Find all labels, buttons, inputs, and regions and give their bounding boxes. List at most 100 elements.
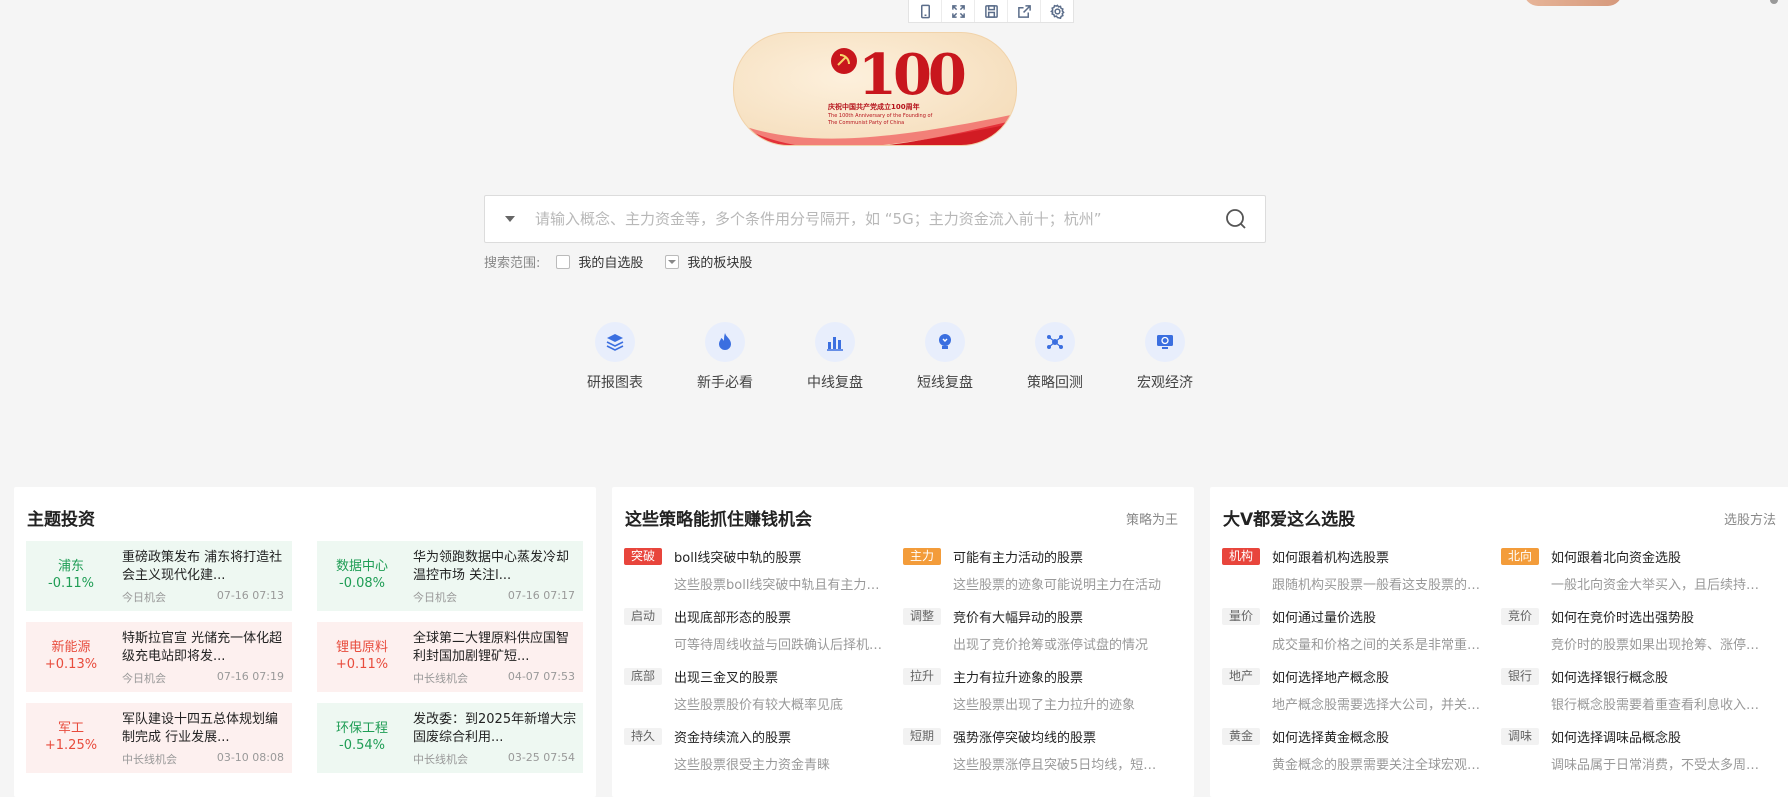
theme-card[interactable]: 浦东 -0.11% 重磅政策发布 浦东将打造社会主义现代化建... 今日机会 0… xyxy=(26,541,292,611)
theme-headline: 重磅政策发布 浦东将打造社会主义现代化建... xyxy=(122,550,283,583)
strategy-title: 资金持续流入的股票 xyxy=(674,731,792,746)
method-desc: 调味品属于日常消费，不受太多周期影响 xyxy=(1551,758,1766,773)
search-type-dropdown[interactable] xyxy=(505,216,515,222)
shortcut-midterm-review[interactable]: 中线复盘 xyxy=(780,322,890,392)
shortcut-research-charts[interactable]: 研报图表 xyxy=(560,322,670,392)
shortcut-label: 短线复盘 xyxy=(917,375,973,391)
my-watchlist-label[interactable]: 我的自选股 xyxy=(578,252,643,271)
theme-name: 军工 xyxy=(57,721,84,736)
bigv-panel: 大V都爱这么选股 选股方法 机构 如何跟着机构选股票 跟随机构买股票一般看这支股… xyxy=(1210,487,1788,797)
theme-change: -0.11% xyxy=(48,576,94,591)
theme-card[interactable]: 军工 +1.25% 军队建设十四五总体规划编制完成 行业发展... 中长线机会 … xyxy=(26,703,292,773)
shortcut-shortterm-review[interactable]: 短线复盘 xyxy=(890,322,1000,392)
strategy-badge: 启动 xyxy=(624,608,663,625)
my-sector-label[interactable]: 我的板块股 xyxy=(687,252,752,271)
method-title: 如何在竞价时选出强势股 xyxy=(1551,611,1695,626)
strategy-desc: 这些股票boll线突破中轨且有主力资金流入 xyxy=(674,578,889,593)
method-badge: 竞价 xyxy=(1501,608,1540,625)
method-desc: 竞价时的股票如果出现抢筹、涨停试盘 xyxy=(1551,638,1766,653)
strategy-panel: 这些策略能抓住赚钱机会 策略为王 突破 boll线突破中轨的股票 这些股票bol… xyxy=(612,487,1194,797)
floating-toolbar xyxy=(908,0,1074,23)
method-badge: 银行 xyxy=(1501,668,1540,685)
bigv-more-link[interactable]: 选股方法 xyxy=(1724,509,1776,528)
shortcut-macro-economy[interactable]: 宏观经济 xyxy=(1110,322,1220,392)
theme-card[interactable]: 锂电原料 +0.11% 全球第二大锂原料供应国智利封国加剧锂矿短... 中长线机… xyxy=(317,622,583,692)
method-item[interactable]: 竞价 如何在竞价时选出强势股 竞价时的股票如果出现抢筹、涨停试盘 xyxy=(1501,605,1769,663)
shortcut-label: 新手必看 xyxy=(697,375,753,391)
method-desc: 黄金概念的股票需要关注全球宏观经济 xyxy=(1272,758,1487,773)
shortcut-strategy-backtest[interactable]: 策略回测 xyxy=(1000,322,1110,392)
method-item[interactable]: 黄金 如何选择黄金概念股 黄金概念的股票需要关注全球宏观经济 xyxy=(1222,725,1490,783)
fullscreen-icon[interactable] xyxy=(942,0,975,22)
theme-card[interactable]: 数据中心 -0.08% 华为领跑数据中心蒸发冷却温控市场 关注l... 今日机会… xyxy=(317,541,583,611)
theme-tag: 中长线机会 xyxy=(413,753,468,766)
share-icon[interactable] xyxy=(1008,0,1041,22)
shortcut-bar: 研报图表 新手必看 中线复盘 短线复盘 策略回测 宏观经济 xyxy=(560,322,1220,392)
strategy-desc: 这些股票出现了主力拉升的迹象 xyxy=(953,698,1136,713)
method-item[interactable]: 机构 如何跟着机构选股票 跟随机构买股票一般看这支股票的机构持仓 xyxy=(1222,545,1490,603)
theme-name: 浦东 xyxy=(57,559,84,574)
save-icon[interactable] xyxy=(975,0,1008,22)
theme-change: +0.13% xyxy=(44,657,98,672)
method-title: 如何跟着机构选股票 xyxy=(1272,551,1390,566)
strategy-item[interactable]: 持久 资金持续流入的股票 这些股票很受主力资金青睐 xyxy=(624,725,892,783)
strategy-badge: 调整 xyxy=(903,608,942,625)
method-desc: 银行概念股需要着重查看利息收入情况 xyxy=(1551,698,1766,713)
method-badge: 北向 xyxy=(1501,548,1540,565)
strategy-item[interactable]: 主力 可能有主力活动的股票 这些股票的迹象可能说明主力在活动 xyxy=(903,545,1171,603)
network-icon xyxy=(1047,335,1063,349)
method-item[interactable]: 地产 如何选择地产概念股 地产概念股需要选择大公司，并关注政策 xyxy=(1222,665,1490,723)
method-desc: 成交量和价格之间的关系是非常重要的 xyxy=(1272,638,1487,653)
anniversary-banner[interactable]: 100 庆祝中国共产党成立100周年 The 100th Anniversary… xyxy=(733,32,1017,146)
user-avatar[interactable] xyxy=(1524,0,1622,6)
strategy-item[interactable]: 调整 竞价有大幅异动的股票 出现了竞价抢筹或涨停试盘的情况 xyxy=(903,605,1171,663)
my-sector-dropdown[interactable] xyxy=(665,254,680,269)
strategy-item[interactable]: 启动 出现底部形态的股票 可等待周线收益与回跌确认后择机介入 xyxy=(624,605,892,663)
my-watchlist-checkbox[interactable] xyxy=(556,254,571,269)
shortcut-label: 宏观经济 xyxy=(1137,375,1193,391)
method-item[interactable]: 银行 如何选择银行概念股 银行概念股需要着重查看利息收入情况 xyxy=(1501,665,1769,723)
method-badge: 量价 xyxy=(1222,608,1261,625)
strategy-desc: 可等待周线收益与回跌确认后择机介入 xyxy=(674,638,889,653)
theme-name: 新能源 xyxy=(51,640,91,655)
bulb-icon xyxy=(939,334,951,349)
gear-icon[interactable] xyxy=(1041,0,1073,22)
panel-title: 大V都爱这么选股 xyxy=(1223,510,1356,530)
search-input[interactable] xyxy=(533,196,1207,242)
method-item[interactable]: 北向 如何跟着北向资金选股 一般北向资金大举买入，且后续持续流入 xyxy=(1501,545,1769,603)
strategy-item[interactable]: 拉升 主力有拉升迹象的股票 这些股票出现了主力拉升的迹象 xyxy=(903,665,1171,723)
search-scope-label: 搜索范围: xyxy=(484,256,541,271)
panel-title: 这些策略能抓住赚钱机会 xyxy=(625,510,812,530)
method-item[interactable]: 量价 如何通过量价选股 成交量和价格之间的关系是非常重要的 xyxy=(1222,605,1490,663)
shortcut-beginner-guide[interactable]: 新手必看 xyxy=(670,322,780,392)
method-title: 如何通过量价选股 xyxy=(1272,611,1377,626)
method-badge: 调味 xyxy=(1501,728,1540,745)
search-icon[interactable] xyxy=(1225,208,1247,230)
shortcut-label: 中线复盘 xyxy=(807,375,863,391)
strategy-item[interactable]: 短期 强势涨停突破均线的股票 这些股票涨停且突破5日均线，短期走强 xyxy=(903,725,1171,783)
theme-card[interactable]: 环保工程 -0.54% 发改委：到2025年新增大宗固废综合利用... 中长线机… xyxy=(317,703,583,773)
theme-tag: 中长线机会 xyxy=(413,672,468,685)
strategy-more-link[interactable]: 策略为王 xyxy=(1126,509,1178,528)
strategy-badge: 持久 xyxy=(624,728,663,745)
method-title: 如何选择地产概念股 xyxy=(1272,671,1390,686)
theme-change: +0.11% xyxy=(335,657,389,672)
menu-handle[interactable] xyxy=(1770,0,1778,4)
theme-tag: 中长线机会 xyxy=(122,753,177,766)
method-item[interactable]: 调味 如何选择调味品概念股 调味品属于日常消费，不受太多周期影响 xyxy=(1501,725,1769,783)
theme-headline: 发改委：到2025年新增大宗固废综合利用... xyxy=(413,712,577,745)
strategy-badge: 主力 xyxy=(903,548,942,565)
method-desc: 一般北向资金大举买入，且后续持续流入 xyxy=(1551,578,1766,593)
theme-tag: 今日机会 xyxy=(122,672,166,685)
strategy-item[interactable]: 突破 boll线突破中轨的股票 这些股票boll线突破中轨且有主力资金流入 xyxy=(624,545,892,603)
phone-icon[interactable] xyxy=(909,0,942,22)
theme-investing-panel: 主题投资 浦东 -0.11% 重磅政策发布 浦东将打造社会主义现代化建... 今… xyxy=(14,487,596,797)
strategy-item[interactable]: 底部 出现三金叉的股票 这些股票股价有较大概率见底 xyxy=(624,665,892,723)
theme-time: 03-10 08:08 xyxy=(216,751,284,764)
strategy-desc: 出现了竞价抢筹或涨停试盘的情况 xyxy=(953,638,1149,653)
theme-time: 07-16 07:19 xyxy=(216,670,284,683)
theme-name: 锂电原料 xyxy=(335,640,388,655)
theme-headline: 全球第二大锂原料供应国智利封国加剧锂矿短... xyxy=(413,631,570,664)
theme-time: 03-25 07:54 xyxy=(507,751,575,764)
theme-card[interactable]: 新能源 +0.13% 特斯拉官宣 光储充一体化超级充电站即将发... 今日机会 … xyxy=(26,622,292,692)
